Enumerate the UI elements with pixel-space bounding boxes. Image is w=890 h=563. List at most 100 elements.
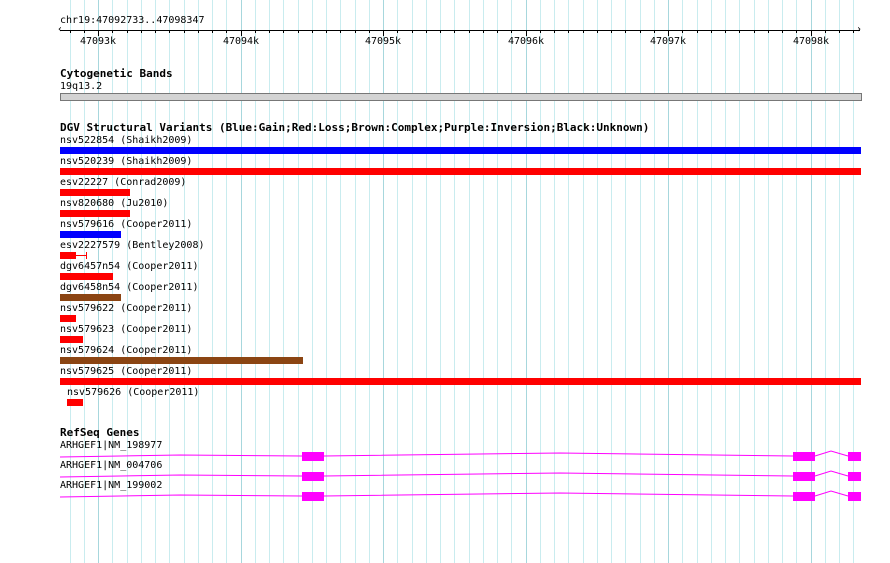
dgv-feature-label: esv22227 (Conrad2009) [60, 177, 187, 188]
ruler-tick-label: 47095k [364, 36, 402, 47]
grid-line [440, 0, 441, 563]
ruler-minor-tick [155, 30, 156, 33]
dgv-feature-connector [76, 255, 86, 256]
ruler-minor-tick [768, 30, 769, 33]
ruler-minor-tick [739, 30, 740, 33]
grid-line [839, 0, 840, 563]
grid-line [426, 0, 427, 563]
grid-line [625, 0, 626, 563]
ruler-tick-label: 47094k [222, 36, 260, 47]
ruler-minor-tick [625, 30, 626, 33]
dgv-feature-bar[interactable] [60, 336, 83, 343]
ruler-minor-tick [497, 30, 498, 33]
exon-block [848, 452, 861, 461]
dgv-feature-bar[interactable] [60, 168, 861, 175]
dgv-track-title: DGV Structural Variants (Blue:Gain;Red:L… [60, 121, 650, 134]
grid-line [454, 0, 455, 563]
intron-line [814, 470, 849, 477]
grid-line [583, 0, 584, 563]
grid-line [397, 0, 398, 563]
exon-block [302, 452, 324, 461]
exon-block [302, 492, 324, 501]
ruler-minor-tick [340, 30, 341, 33]
ruler-minor-tick [269, 30, 270, 33]
dgv-feature-bar[interactable] [60, 357, 303, 364]
ruler-minor-tick [711, 30, 712, 33]
dgv-feature-label: nsv522854 (Shaikh2009) [60, 135, 193, 146]
grid-line [754, 0, 755, 563]
ruler-minor-tick [640, 30, 641, 33]
ruler-minor-tick [141, 30, 142, 33]
dgv-feature-end-cap [86, 252, 87, 259]
intron-line [814, 450, 849, 457]
ruler-minor-tick [725, 30, 726, 33]
cytoband-track-title: Cytogenetic Bands [60, 67, 173, 80]
dgv-feature-bar[interactable] [60, 189, 130, 196]
ruler-minor-tick [283, 30, 284, 33]
dgv-feature-bar[interactable] [60, 231, 121, 238]
grid-line [654, 0, 655, 563]
ruler-minor-tick [212, 30, 213, 33]
ruler-minor-tick [839, 30, 840, 33]
ruler-minor-tick [369, 30, 370, 33]
ruler-minor-tick [255, 30, 256, 33]
grid-line [497, 0, 498, 563]
ruler-minor-tick [597, 30, 598, 33]
ruler-minor-tick [184, 30, 185, 33]
ruler-minor-tick [440, 30, 441, 33]
grid-line [611, 0, 612, 563]
ruler-minor-tick [355, 30, 356, 33]
ruler-axis [60, 30, 860, 31]
ruler-minor-tick [169, 30, 170, 33]
dgv-feature-label: nsv579622 (Cooper2011) [60, 303, 193, 314]
grid-line [312, 0, 313, 563]
dgv-feature-label: nsv579616 (Cooper2011) [60, 219, 193, 230]
grid-line [782, 0, 783, 563]
grid-line [597, 0, 598, 563]
grid-line [355, 0, 356, 563]
ruler-minor-tick [853, 30, 854, 33]
grid-line [668, 0, 669, 563]
dgv-feature-bar[interactable] [60, 210, 130, 217]
dgv-feature-label: nsv579624 (Cooper2011) [60, 345, 193, 356]
ruler-minor-tick [796, 30, 797, 33]
grid-line [412, 0, 413, 563]
grid-line [682, 0, 683, 563]
gene-label: ARHGEF1|NM_199002 [60, 480, 163, 491]
grid-line [554, 0, 555, 563]
grid-line [369, 0, 370, 563]
ruler-minor-tick [312, 30, 313, 33]
grid-line [725, 0, 726, 563]
dgv-feature-label: nsv520239 (Shaikh2009) [60, 156, 193, 167]
dgv-feature-bar[interactable] [60, 252, 76, 259]
dgv-feature-bar[interactable] [60, 315, 76, 322]
ruler-minor-tick [782, 30, 783, 33]
grid-line [326, 0, 327, 563]
dgv-feature-bar[interactable] [60, 147, 861, 154]
gene-label: ARHGEF1|NM_004706 [60, 460, 163, 471]
grid-line [796, 0, 797, 563]
ruler-minor-tick [554, 30, 555, 33]
dgv-feature-label: esv2227579 (Bentley2008) [60, 240, 205, 251]
refseq-track-title: RefSeq Genes [60, 426, 140, 439]
grid-line [226, 0, 227, 563]
grid-line [255, 0, 256, 563]
grid-line [825, 0, 826, 563]
grid-line [853, 0, 854, 563]
cytoband-bar[interactable] [60, 93, 862, 101]
ruler-minor-tick [70, 30, 71, 33]
ruler-minor-tick [568, 30, 569, 33]
dgv-feature-bar[interactable] [67, 399, 83, 406]
dgv-feature-bar[interactable] [60, 378, 861, 385]
ruler-minor-tick [654, 30, 655, 33]
dgv-feature-bar[interactable] [60, 294, 121, 301]
ruler-minor-tick [226, 30, 227, 33]
ruler-minor-tick [454, 30, 455, 33]
dgv-feature-bar[interactable] [60, 273, 113, 280]
grid-line [383, 0, 384, 563]
ruler-minor-tick [426, 30, 427, 33]
grid-line [697, 0, 698, 563]
exon-block [848, 472, 861, 481]
ruler-minor-tick [397, 30, 398, 33]
ruler-tick-label: 47097k [649, 36, 687, 47]
